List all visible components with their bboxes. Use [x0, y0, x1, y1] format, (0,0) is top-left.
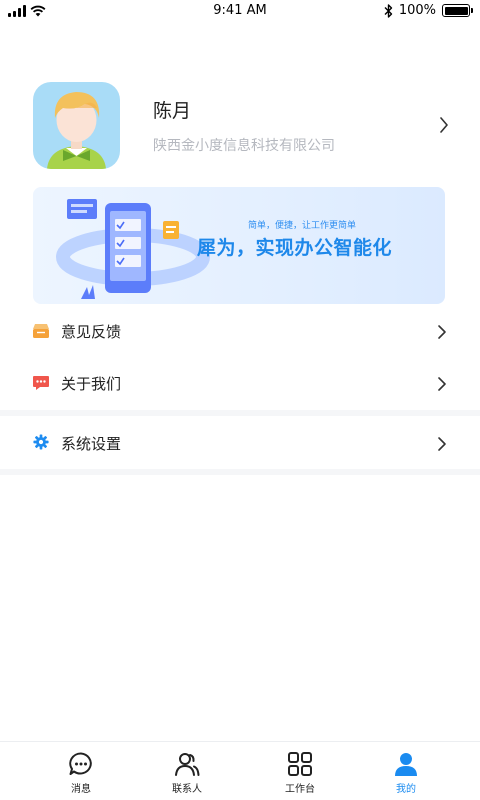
profile-card[interactable]: 陈月 陕西金小度信息科技有限公司	[33, 80, 453, 170]
battery-percent: 100%	[398, 3, 436, 18]
tab-contacts[interactable]: 联系人	[147, 751, 227, 795]
menu-item-about[interactable]: 关于我们	[0, 357, 480, 409]
tab-messages[interactable]: 消息	[41, 751, 121, 795]
person-icon	[395, 753, 417, 776]
banner-tagline: 简单，便捷，让工作更简单	[248, 221, 357, 231]
tab-label-messages: 消息	[71, 784, 91, 795]
menu-item-settings[interactable]: 系统设置	[0, 417, 480, 469]
menu-label-settings: 系统设置	[61, 435, 122, 453]
tab-label-me: 我的	[396, 784, 416, 795]
profile-text: 陈月 陕西金小度信息科技有限公司	[153, 96, 335, 155]
chevron-right-icon	[438, 437, 446, 451]
promo-banner[interactable]: 简单，便捷，让工作更简单 犀为，实现办公智能化	[33, 187, 445, 304]
chevron-right-icon	[438, 377, 446, 391]
menu-item-feedback[interactable]: 意见反馈	[0, 305, 480, 357]
menu-label-about: 关于我们	[61, 375, 122, 393]
feedback-icon	[33, 324, 49, 338]
office-illustration	[56, 199, 210, 299]
message-icon	[33, 376, 49, 390]
tab-workbench[interactable]: 工作台	[260, 751, 340, 795]
chevron-right-icon	[438, 325, 446, 339]
chevron-right-icon[interactable]	[439, 116, 449, 134]
grid-icon	[288, 752, 312, 776]
bottom-tab-bar: 消息 联系人 工作台 我的	[0, 741, 480, 800]
section-divider	[0, 469, 480, 475]
banner-headline: 犀为，实现办公智能化	[197, 237, 393, 259]
status-right: 100%	[384, 3, 473, 18]
contacts-icon	[175, 753, 200, 776]
profile-company: 陕西金小度信息科技有限公司	[153, 137, 335, 154]
bluetooth-icon	[384, 3, 393, 18]
battery-icon	[442, 4, 473, 17]
tab-me[interactable]: 我的	[366, 751, 446, 795]
profile-name: 陈月	[153, 99, 192, 122]
menu-label-feedback: 意见反馈	[61, 323, 122, 341]
tab-label-contacts: 联系人	[172, 784, 202, 795]
tab-label-workbench: 工作台	[285, 784, 315, 795]
chat-bubble-icon	[69, 752, 92, 775]
gear-icon	[33, 434, 49, 450]
status-bar: 9:41 AM 100%	[0, 0, 480, 24]
section-divider	[0, 410, 480, 416]
user-avatar[interactable]	[33, 81, 120, 169]
